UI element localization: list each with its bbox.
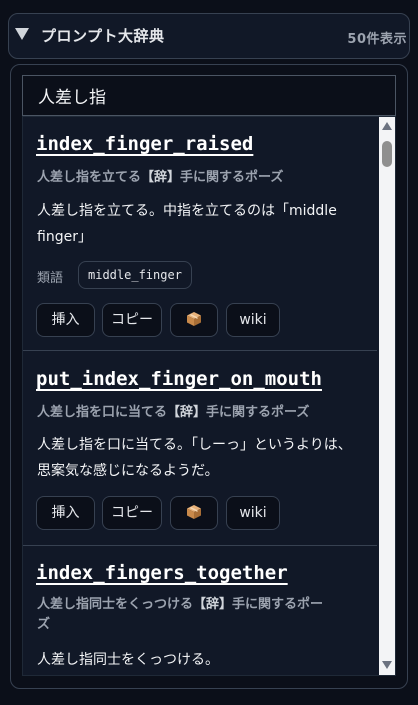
japanese-name: 人差し指を口に当てる bbox=[37, 405, 168, 420]
result-card: index_finger_raised 人差し指を立てる【辞】手に関するポーズ … bbox=[23, 117, 377, 351]
copy-button[interactable]: コピー bbox=[102, 496, 162, 530]
search-input[interactable] bbox=[22, 75, 396, 116]
description-line: 人差し指同士をくっつける。 bbox=[37, 652, 219, 668]
description: 人差し指同士をくっつける。 bbox=[37, 647, 367, 673]
insert-button[interactable]: 挿入 bbox=[36, 303, 95, 337]
result-card: put_index_finger_on_mouth 人差し指を口に当てる【辞】手… bbox=[23, 351, 377, 546]
package-button[interactable] bbox=[170, 496, 218, 530]
category: 手に関するポーズ bbox=[180, 170, 284, 185]
accordion-header[interactable]: プロンプト大辞典 50件表示 bbox=[8, 13, 410, 59]
triangle-down-icon bbox=[15, 28, 29, 40]
tag-name[interactable]: put_index_finger_on_mouth bbox=[36, 368, 322, 390]
category: 手に関するポー bbox=[232, 597, 324, 612]
synonym-label: 類語 bbox=[37, 271, 64, 286]
description-line: 人差し指を立てる。中指を立てるのは「middle bbox=[37, 203, 337, 219]
dictionary-badge: 【辞】 bbox=[167, 405, 207, 420]
category: 手に関するポーズ bbox=[206, 405, 310, 420]
package-icon bbox=[187, 504, 201, 519]
tag-name[interactable]: index_fingers_together bbox=[36, 562, 288, 584]
result-card: index_fingers_together 人差し指同士をくっつける【辞】手に… bbox=[23, 546, 377, 675]
dictionary-badge: 【辞】 bbox=[193, 597, 233, 612]
prompt-dictionary-panel: プロンプト大辞典 50件表示 index_finger_raised 人差し指を… bbox=[0, 0, 418, 705]
tag-name[interactable]: index_finger_raised bbox=[36, 133, 253, 155]
scroll-down-arrow-icon[interactable] bbox=[382, 661, 392, 669]
description: 人差し指を立てる。中指を立てるのは「middle finger」 bbox=[37, 198, 367, 250]
panel-title: プロンプト大辞典 bbox=[41, 27, 165, 45]
description-line: 思案気な感じになるようだ。 bbox=[37, 463, 219, 479]
scrollbar-thumb[interactable] bbox=[382, 141, 392, 167]
japanese-name: 人差し指を立てる bbox=[37, 170, 142, 185]
package-icon bbox=[187, 311, 201, 326]
scrollbar[interactable] bbox=[379, 117, 395, 675]
copy-button[interactable]: コピー bbox=[102, 303, 162, 337]
category-continued: ズ bbox=[37, 617, 51, 632]
tag-subtitle: 人差し指を立てる【辞】手に関するポーズ bbox=[37, 166, 283, 185]
wiki-button[interactable]: wiki bbox=[226, 496, 280, 530]
description-line: 人差し指を口に当てる。「しーっ」というよりは、 bbox=[37, 437, 352, 453]
description: 人差し指を口に当てる。「しーっ」というよりは、 思案気な感じになるようだ。 bbox=[37, 432, 367, 484]
insert-button[interactable]: 挿入 bbox=[36, 496, 95, 530]
tag-subtitle: 人差し指を口に当てる【辞】手に関するポーズ bbox=[37, 401, 309, 420]
tag-subtitle: 人差し指同士をくっつける【辞】手に関するポー ズ bbox=[37, 595, 323, 635]
wiki-button[interactable]: wiki bbox=[226, 303, 280, 337]
scroll-up-arrow-icon[interactable] bbox=[382, 122, 392, 130]
synonym-chip[interactable]: middle_finger bbox=[78, 261, 192, 289]
description-line: finger」 bbox=[37, 229, 92, 245]
result-count: 50件表示 bbox=[347, 32, 407, 47]
results-list[interactable]: index_finger_raised 人差し指を立てる【辞】手に関するポーズ … bbox=[22, 116, 396, 676]
japanese-name: 人差し指同士をくっつける bbox=[37, 597, 194, 612]
dictionary-badge: 【辞】 bbox=[141, 170, 181, 185]
package-button[interactable] bbox=[170, 303, 218, 337]
